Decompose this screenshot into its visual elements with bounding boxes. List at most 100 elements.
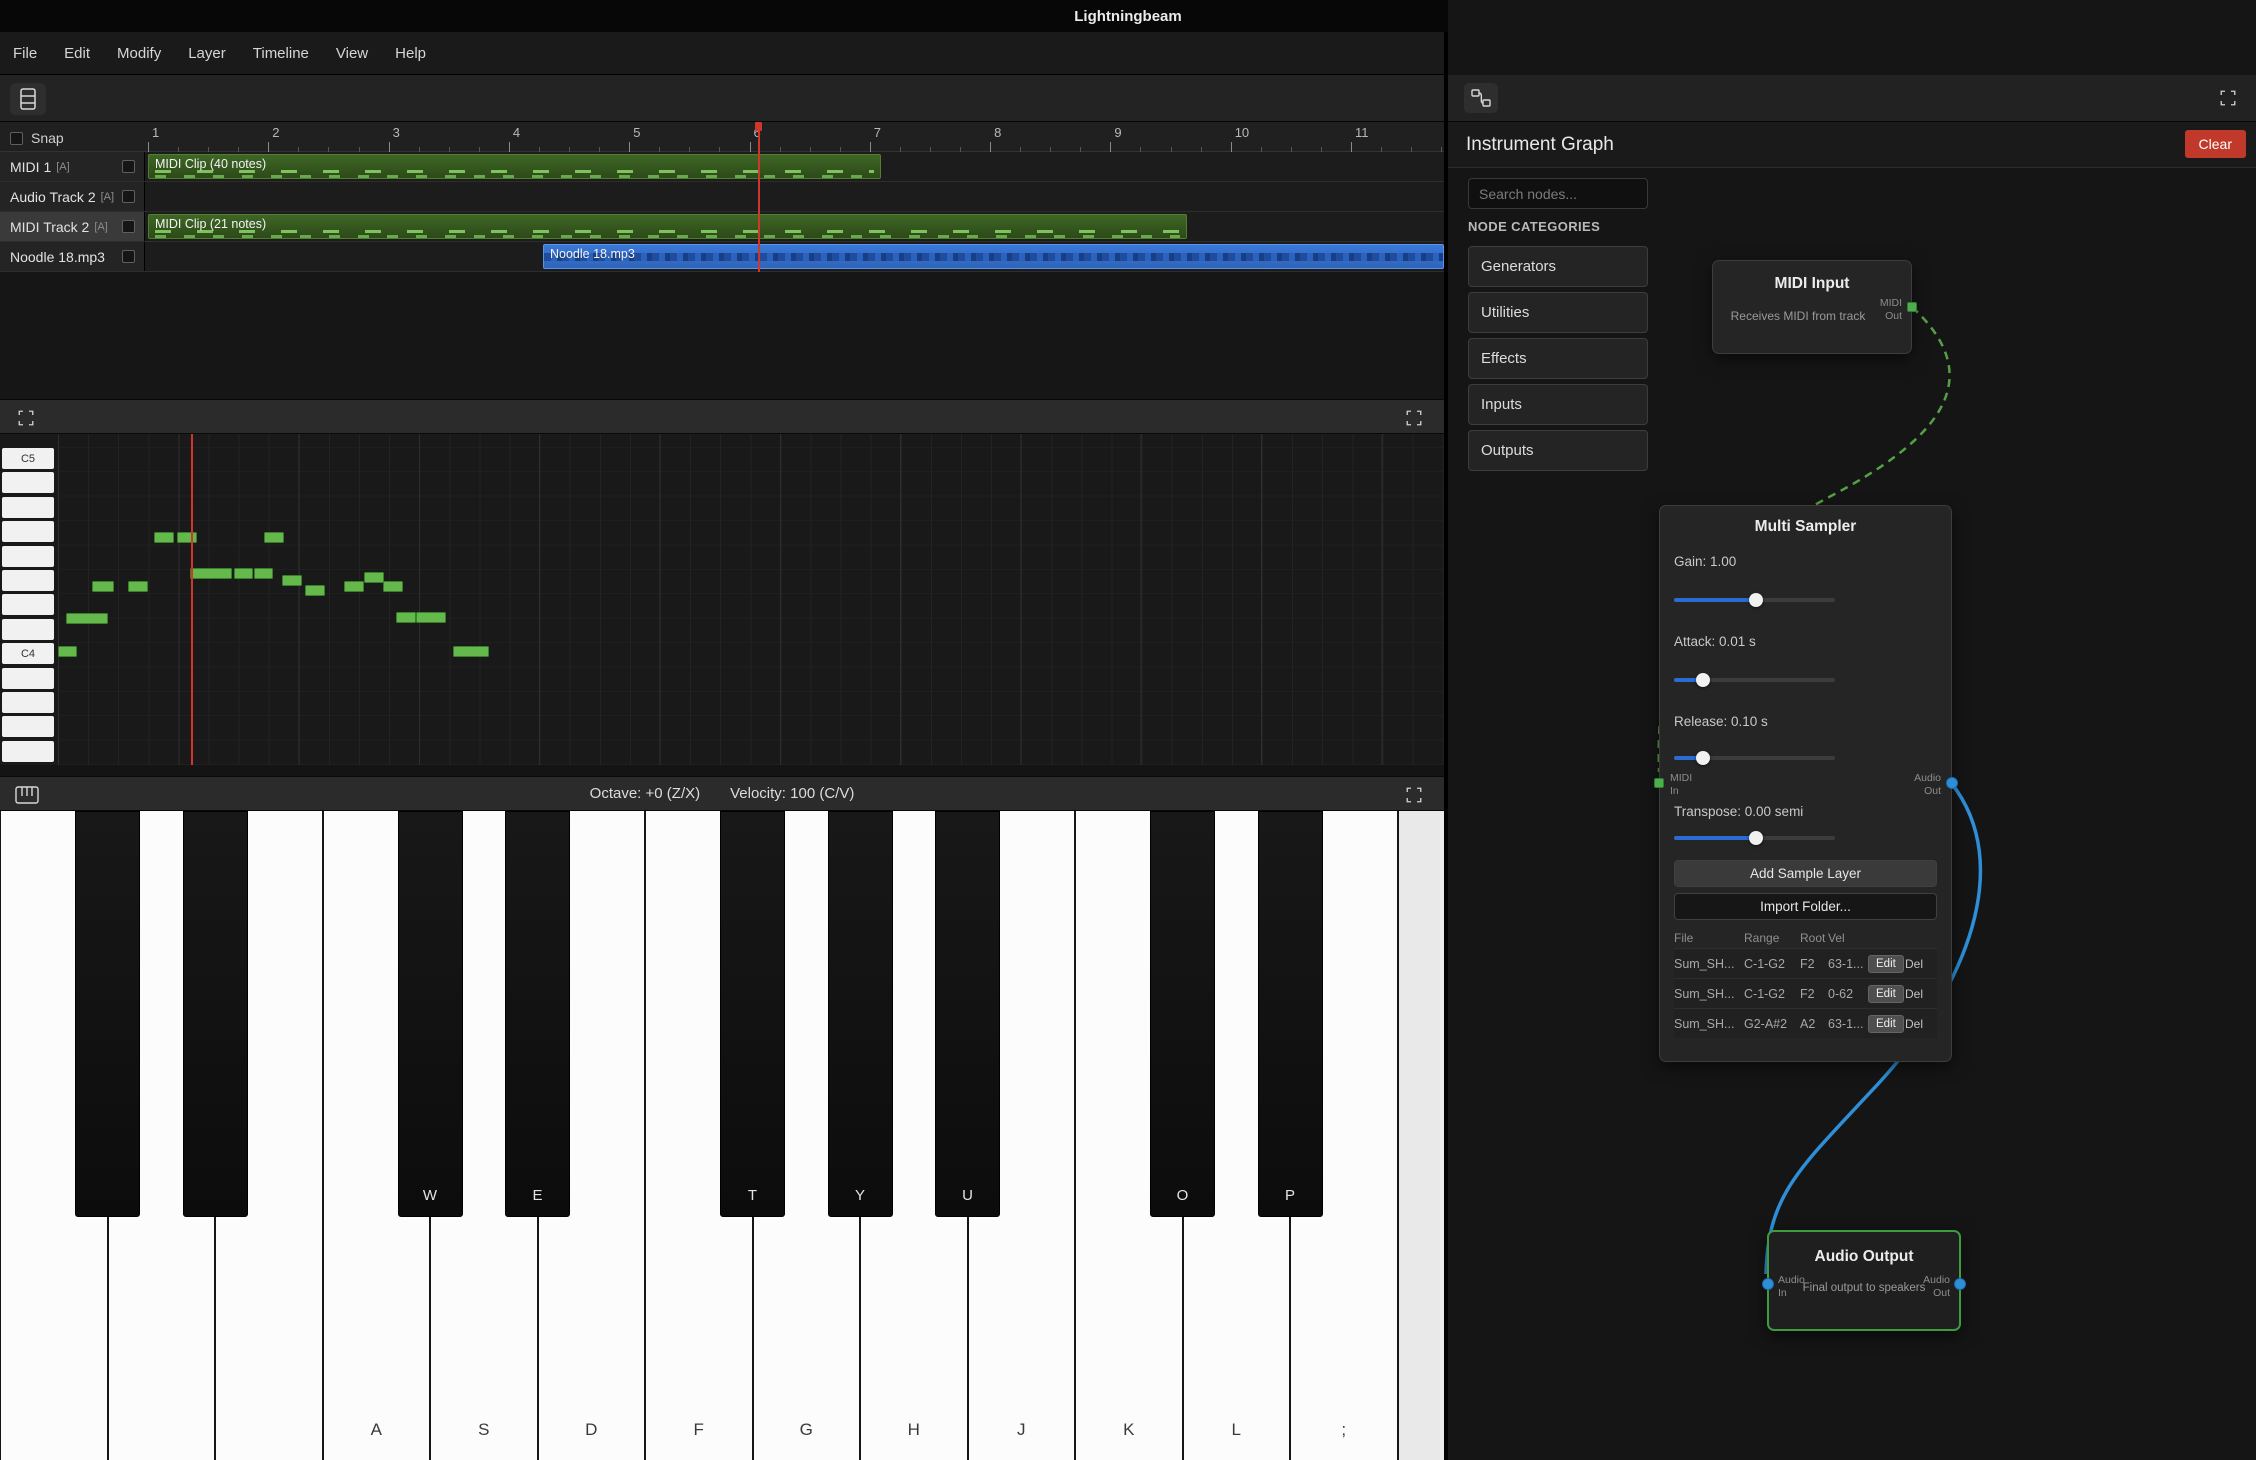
audio-out-port[interactable] (1954, 1278, 1966, 1290)
roll-key[interactable] (2, 546, 54, 567)
roll-key[interactable] (2, 570, 54, 591)
black-key[interactable]: O (1150, 811, 1215, 1217)
category-utilities[interactable]: Utilities (1468, 292, 1648, 333)
gain-slider[interactable] (1674, 598, 1835, 602)
ruler-lane[interactable]: 1234567891011 (145, 122, 1444, 152)
track-arm-checkbox[interactable] (122, 220, 135, 233)
release-slider[interactable] (1674, 756, 1835, 760)
roll-key[interactable] (2, 594, 54, 615)
menu-file[interactable]: File (13, 45, 37, 62)
menu-view[interactable]: View (336, 45, 368, 62)
midi-note[interactable] (154, 532, 174, 543)
midi-note[interactable] (383, 581, 403, 592)
add-sample-layer-button[interactable]: Add Sample Layer (1674, 860, 1937, 887)
midi-note[interactable] (364, 572, 384, 583)
midi-note[interactable] (254, 568, 273, 579)
roll-key[interactable] (2, 668, 54, 689)
midi-note[interactable] (92, 581, 114, 592)
delete-sample-button[interactable]: Del (1905, 987, 1923, 1001)
black-key[interactable]: E (505, 811, 570, 1217)
track-lane[interactable] (145, 182, 1444, 211)
menu-layer[interactable]: Layer (188, 45, 226, 62)
midi-note[interactable] (396, 612, 416, 623)
black-key[interactable]: U (935, 811, 1000, 1217)
midi-note[interactable] (264, 532, 284, 543)
transpose-slider[interactable] (1674, 836, 1835, 840)
attack-slider[interactable] (1674, 678, 1835, 682)
delete-sample-button[interactable]: Del (1905, 957, 1923, 971)
track-arm-checkbox[interactable] (122, 160, 135, 173)
audio-clip[interactable]: Noodle 18.mp3 (543, 244, 1444, 269)
audio-in-port[interactable] (1762, 1278, 1774, 1290)
edit-sample-button[interactable]: Edit (1868, 985, 1904, 1003)
menu-edit[interactable]: Edit (64, 45, 90, 62)
track-arm-checkbox[interactable] (122, 250, 135, 263)
keyboard-expand-button[interactable] (1402, 783, 1426, 807)
piano-roll-grid[interactable] (58, 434, 1444, 765)
search-input[interactable] (1468, 178, 1648, 209)
category-effects[interactable]: Effects (1468, 338, 1648, 379)
roll-key[interactable] (2, 497, 54, 518)
roll-key[interactable] (2, 472, 54, 493)
roll-key[interactable]: C4 (2, 643, 54, 664)
midi-note[interactable] (66, 613, 108, 624)
track-header[interactable]: Noodle 18.mp3 (0, 242, 145, 271)
midi-note[interactable] (344, 581, 364, 592)
roll-key[interactable] (2, 619, 54, 640)
roll-key[interactable]: C5 (2, 448, 54, 469)
midi-note[interactable] (416, 612, 446, 623)
slider-knob[interactable] (1696, 673, 1710, 687)
midi-clip[interactable]: MIDI Clip (21 notes) (148, 214, 1187, 239)
delete-sample-button[interactable]: Del (1905, 1017, 1923, 1031)
node-audio-output[interactable]: Audio Output Final output to speakers Au… (1767, 1230, 1961, 1331)
midi-out-port[interactable] (1907, 302, 1917, 312)
roll-key[interactable] (2, 692, 54, 713)
midi-note[interactable] (453, 646, 489, 657)
roll-expand-button[interactable] (1402, 406, 1426, 430)
slider-knob[interactable] (1749, 593, 1763, 607)
black-key[interactable]: T (720, 811, 785, 1217)
node-multi-sampler[interactable]: Multi Sampler Gain: 1.00 Attack: 0.01 s … (1659, 505, 1952, 1062)
roll-key[interactable] (2, 741, 54, 762)
black-key[interactable]: W (398, 811, 463, 1217)
track-lane[interactable]: MIDI Clip (40 notes) (145, 152, 1444, 181)
category-outputs[interactable]: Outputs (1468, 430, 1648, 471)
roll-popout-button[interactable] (14, 406, 38, 430)
menu-help[interactable]: Help (395, 45, 426, 62)
edit-sample-button[interactable]: Edit (1868, 955, 1904, 973)
import-folder-button[interactable]: Import Folder... (1674, 893, 1937, 920)
track-header[interactable]: Audio Track 2[A] (0, 182, 145, 211)
track-header[interactable]: MIDI 1[A] (0, 152, 145, 181)
graph-canvas[interactable]: NODE CATEGORIES GeneratorsUtilitiesEffec… (1448, 168, 2256, 1460)
track-arm-checkbox[interactable] (122, 190, 135, 203)
audio-out-port[interactable] (1946, 777, 1958, 789)
track-lane[interactable]: Noodle 18.mp3 (145, 242, 1444, 271)
category-generators[interactable]: Generators (1468, 246, 1648, 287)
midi-clip[interactable]: MIDI Clip (40 notes) (148, 154, 881, 179)
slider-knob[interactable] (1749, 831, 1763, 845)
midi-note[interactable] (282, 575, 302, 586)
category-inputs[interactable]: Inputs (1468, 384, 1648, 425)
midi-in-port[interactable] (1654, 778, 1664, 788)
midi-note[interactable] (177, 532, 197, 543)
midi-note[interactable] (58, 646, 77, 657)
roll-key[interactable] (2, 716, 54, 737)
track-header[interactable]: MIDI Track 2[A] (0, 212, 145, 241)
white-key[interactable] (1398, 811, 1445, 1460)
black-key[interactable] (183, 811, 248, 1217)
piano-roll[interactable]: C5 C4 (0, 434, 1444, 765)
black-key[interactable]: Y (828, 811, 893, 1217)
black-key[interactable]: P (1258, 811, 1323, 1217)
black-key[interactable] (75, 811, 140, 1217)
roll-playhead[interactable] (191, 434, 193, 765)
track-lane[interactable]: MIDI Clip (21 notes) (145, 212, 1444, 241)
project-button[interactable] (10, 83, 46, 115)
snap-checkbox[interactable] (10, 132, 23, 145)
menu-modify[interactable]: Modify (117, 45, 161, 62)
node-midi-input[interactable]: MIDI Input Receives MIDI from track MIDI… (1712, 260, 1912, 354)
midi-note[interactable] (190, 568, 232, 579)
midi-note[interactable] (234, 568, 253, 579)
slider-knob[interactable] (1696, 751, 1710, 765)
timeline-ruler[interactable]: Snap 1234567891011 (0, 122, 1444, 152)
menu-timeline[interactable]: Timeline (253, 45, 309, 62)
